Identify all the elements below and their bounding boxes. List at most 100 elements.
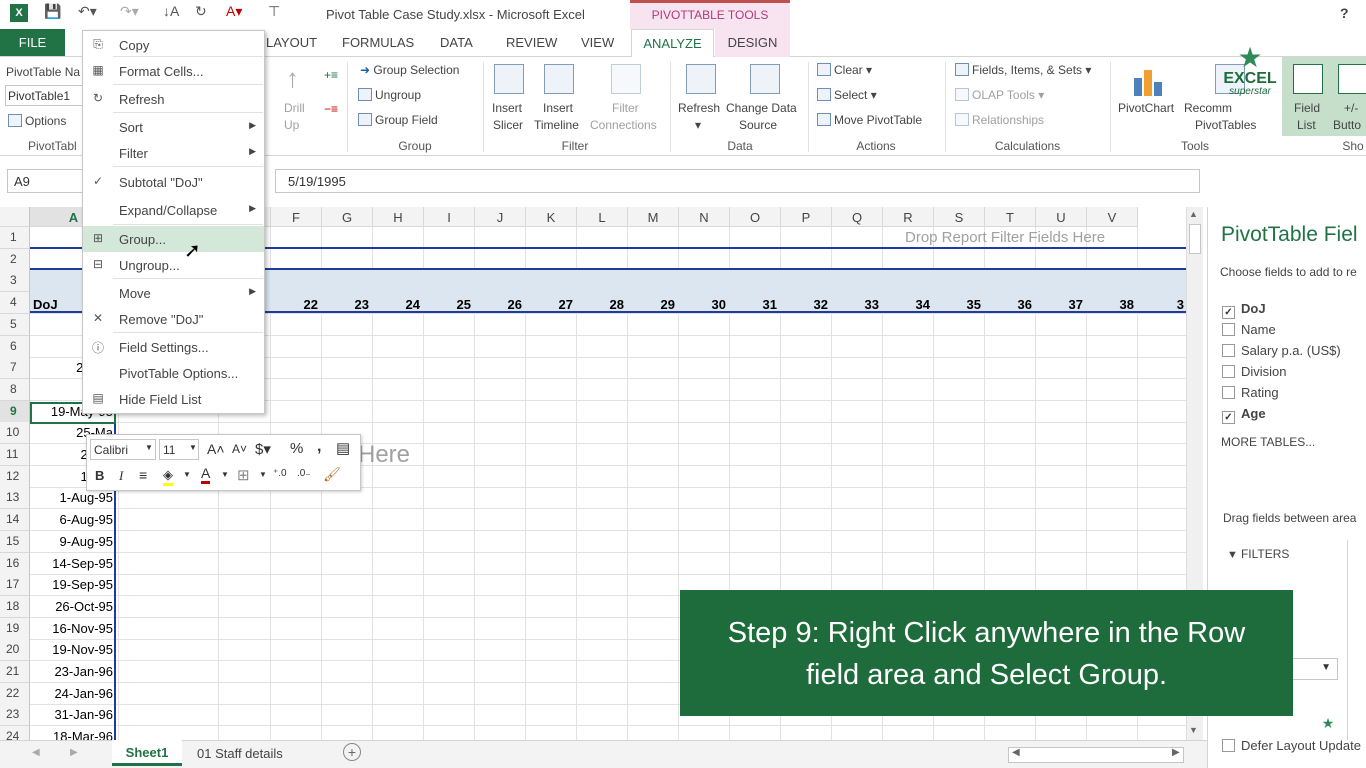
prev-sheet-icon[interactable]: ◀ (32, 747, 40, 758)
menu-item-filter[interactable]: Filter ▶ (83, 140, 264, 166)
age-column-header[interactable]: 38 (1091, 297, 1134, 312)
age-column-header[interactable]: 3 (1141, 297, 1184, 312)
menu-item-remove-doj[interactable]: ✕ Remove "DoJ" (83, 306, 264, 332)
row-header[interactable]: 7 (0, 357, 30, 380)
comma-icon[interactable]: , (317, 438, 321, 456)
age-column-header[interactable]: 22 (275, 297, 318, 312)
size-dropdown-icon[interactable]: ▼ (189, 443, 197, 452)
column-header[interactable]: U (1036, 207, 1087, 227)
drill-up-icon[interactable]: ↑ (286, 63, 299, 94)
pivotchart-label[interactable]: PivotChart (1118, 101, 1174, 115)
field-checkbox[interactable]: ✓ (1222, 306, 1235, 319)
tab-formulas[interactable]: FORMULAS (342, 35, 414, 50)
save-icon[interactable]: 💾 (44, 3, 61, 20)
row-label-cell[interactable]: 9-Aug-95 (31, 531, 115, 552)
row-label-cell[interactable]: 23-Jan-96 (31, 661, 115, 682)
column-header[interactable]: F (271, 207, 322, 227)
pivottable-name-input[interactable]: PivotTable1 (5, 85, 83, 106)
font-color-dropdown-icon[interactable]: ▼ (221, 470, 229, 479)
menu-item-move[interactable]: Move ▶ (83, 280, 264, 306)
increase-font-icon[interactable]: A˄ (207, 441, 225, 457)
column-header[interactable]: R (883, 207, 934, 227)
fill-color-icon[interactable]: ◈ (163, 467, 173, 486)
insert-slicer-icon[interactable] (494, 64, 524, 94)
field-item[interactable]: ✓ Age (1222, 406, 1266, 424)
column-header[interactable]: T (985, 207, 1036, 227)
field-item[interactable]: Name (1222, 322, 1276, 337)
expand-field-icon[interactable]: +≡ (324, 68, 338, 82)
menu-item-hide-field-list[interactable]: ▤ Hide Field List (83, 386, 264, 412)
values-dropdown[interactable]: ▼ (1288, 658, 1338, 680)
row-header[interactable]: 3 (0, 270, 30, 293)
age-column-header[interactable]: 24 (377, 297, 420, 312)
bold-icon[interactable]: B (95, 468, 104, 483)
tab-layout[interactable]: LAYOUT (266, 35, 317, 50)
font-color-icon[interactable]: A (201, 466, 211, 484)
row-header[interactable]: 1 (0, 227, 30, 249)
insert-slicer-label2[interactable]: Slicer (493, 118, 523, 132)
row-label-cell[interactable]: 16-Nov-95 (31, 618, 115, 639)
insert-timeline-label2[interactable]: Timeline (534, 118, 579, 132)
row-label-cell[interactable]: 14-Sep-95 (31, 553, 115, 574)
defer-checkbox[interactable] (1222, 739, 1235, 752)
fill-dropdown-icon[interactable]: ▼ (183, 470, 191, 479)
row-header[interactable]: 17 (0, 574, 30, 597)
filter-connections-label[interactable]: Filter (612, 101, 639, 115)
field-item[interactable]: Salary p.a. (US$) (1222, 343, 1341, 358)
column-header[interactable]: O (730, 207, 781, 227)
age-column-header[interactable]: 25 (428, 297, 471, 312)
formula-input[interactable]: 5/19/1995 (275, 169, 1200, 193)
borders-dropdown-icon[interactable]: ▼ (259, 470, 267, 479)
recommended-label[interactable]: Recomm (1184, 101, 1232, 115)
tab-review[interactable]: REVIEW (506, 35, 557, 50)
refresh-qat-icon[interactable]: ↻ (195, 3, 207, 20)
row-header[interactable]: 9 (0, 400, 30, 423)
change-data-source-label2[interactable]: Source (739, 118, 777, 132)
redo-icon[interactable]: ↷▾ (120, 3, 139, 20)
format-table-icon[interactable]: ▤ (336, 439, 350, 457)
row-header[interactable]: 18 (0, 595, 30, 618)
row-header[interactable]: 11 (0, 444, 30, 466)
tab-view[interactable]: VIEW (581, 35, 614, 50)
age-column-header[interactable]: 30 (683, 297, 726, 312)
change-data-source-label[interactable]: Change Data (726, 101, 797, 115)
decrease-decimal-icon[interactable]: .0₋ (297, 468, 311, 479)
row-header[interactable]: 12 (0, 465, 30, 488)
row-label-cell[interactable]: 6-Aug-95 (31, 509, 115, 530)
plus-minus-label2[interactable]: Butto (1333, 118, 1361, 132)
font-color-qat-icon[interactable]: A▾ (226, 3, 242, 20)
scroll-up-icon[interactable]: ▲ (1189, 209, 1198, 219)
decrease-font-icon[interactable]: A˅ (232, 442, 247, 456)
refresh-ribbon-label[interactable]: Refresh (678, 101, 720, 115)
column-header[interactable]: P (781, 207, 832, 227)
borders-icon[interactable]: ⊞ (237, 466, 250, 484)
sheet-tab-staff-details[interactable]: 01 Staff details (197, 746, 283, 761)
filter-connections-icon[interactable] (611, 64, 641, 94)
more-tables-link[interactable]: MORE TABLES... (1221, 435, 1315, 449)
age-column-header[interactable]: 23 (326, 297, 369, 312)
age-column-header[interactable]: 33 (836, 297, 879, 312)
help-button[interactable]: ? (1340, 5, 1349, 21)
menu-item-group[interactable]: ⊞ Group... (83, 226, 264, 252)
sheet-tab-sheet1[interactable]: Sheet1 (112, 740, 182, 766)
menu-item-sort[interactable]: Sort ▶ (83, 114, 264, 140)
change-data-source-icon[interactable] (750, 64, 780, 94)
field-list-icon[interactable] (1293, 64, 1323, 94)
insert-timeline-label[interactable]: Insert (543, 101, 573, 115)
scroll-down-icon[interactable]: ▼ (1189, 725, 1198, 735)
column-header[interactable]: Q (832, 207, 883, 227)
row-header[interactable]: 21 (0, 661, 30, 683)
plus-minus-label[interactable]: +/- (1344, 101, 1358, 115)
row-header[interactable]: 2 (0, 248, 30, 271)
row-header[interactable]: 13 (0, 487, 30, 510)
field-checkbox[interactable] (1222, 323, 1235, 336)
tab-data[interactable]: DATA (440, 35, 473, 50)
age-column-header[interactable]: 28 (581, 297, 624, 312)
row-label-cell[interactable]: 26-Oct-95 (31, 596, 115, 617)
fields-items-sets-button[interactable]: Fields, Items, & Sets ▾ (955, 63, 1091, 77)
font-dropdown-icon[interactable]: ▼ (145, 443, 153, 452)
olap-tools-button[interactable]: OLAP Tools ▾ (955, 88, 1044, 102)
filter-connections-label2[interactable]: Connections (590, 118, 657, 132)
row-header[interactable]: 23 (0, 704, 30, 727)
row-header[interactable]: 22 (0, 682, 30, 705)
